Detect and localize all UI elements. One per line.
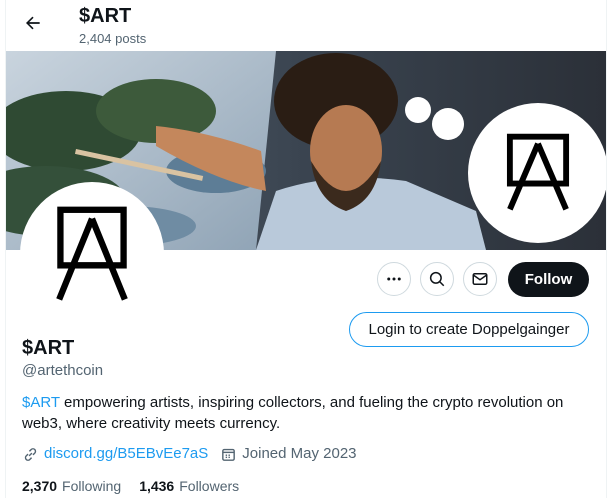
search-profile-button[interactable]	[420, 262, 454, 296]
profile-name: $ART	[22, 337, 75, 359]
calendar-icon	[222, 448, 236, 461]
profile-stats: 2,370 Following 1,436 Followers	[22, 477, 257, 495]
profile-website-link[interactable]: discord.gg/B5EBvEe7aS	[44, 445, 208, 463]
profile-meta: discord.gg/B5EBvEe7aS Joined May 2023	[22, 445, 357, 463]
following-label: Following	[62, 478, 122, 494]
bio-text: empowering artists, inspiring collectors…	[22, 394, 564, 432]
doppelgainger-login-button[interactable]: Login to create Doppelgainger	[349, 312, 589, 347]
easel-logo-icon	[506, 133, 570, 211]
page-border-right	[606, 0, 607, 498]
bio-cashtag-link[interactable]: $ART	[22, 394, 60, 411]
more-button[interactable]	[377, 262, 411, 296]
following-link[interactable]: 2,370 Following	[22, 477, 121, 495]
followers-count: 1,436	[139, 478, 175, 494]
header-post-count: 2,404 posts	[79, 31, 147, 46]
message-button[interactable]	[463, 262, 497, 296]
header-title: $ART	[79, 5, 132, 27]
profile-bio: $ART empowering artists, inspiring colle…	[22, 392, 592, 434]
followers-label: Followers	[179, 478, 240, 494]
back-arrow-icon	[26, 16, 40, 30]
following-count: 2,370	[22, 478, 58, 494]
link-icon	[24, 447, 37, 461]
followers-link[interactable]: 1,436 Followers	[139, 477, 239, 495]
search-icon	[429, 271, 445, 287]
easel-logo-icon	[56, 206, 128, 301]
back-button[interactable]	[16, 6, 50, 40]
profile-handle: @artethcoin	[22, 362, 104, 379]
envelope-icon	[472, 273, 488, 285]
banner-logo-circle	[468, 103, 606, 243]
profile-avatar[interactable]	[20, 182, 164, 326]
follow-button[interactable]: Follow	[508, 262, 589, 297]
more-icon	[387, 277, 401, 281]
profile-joined-date: Joined May 2023	[242, 445, 357, 462]
